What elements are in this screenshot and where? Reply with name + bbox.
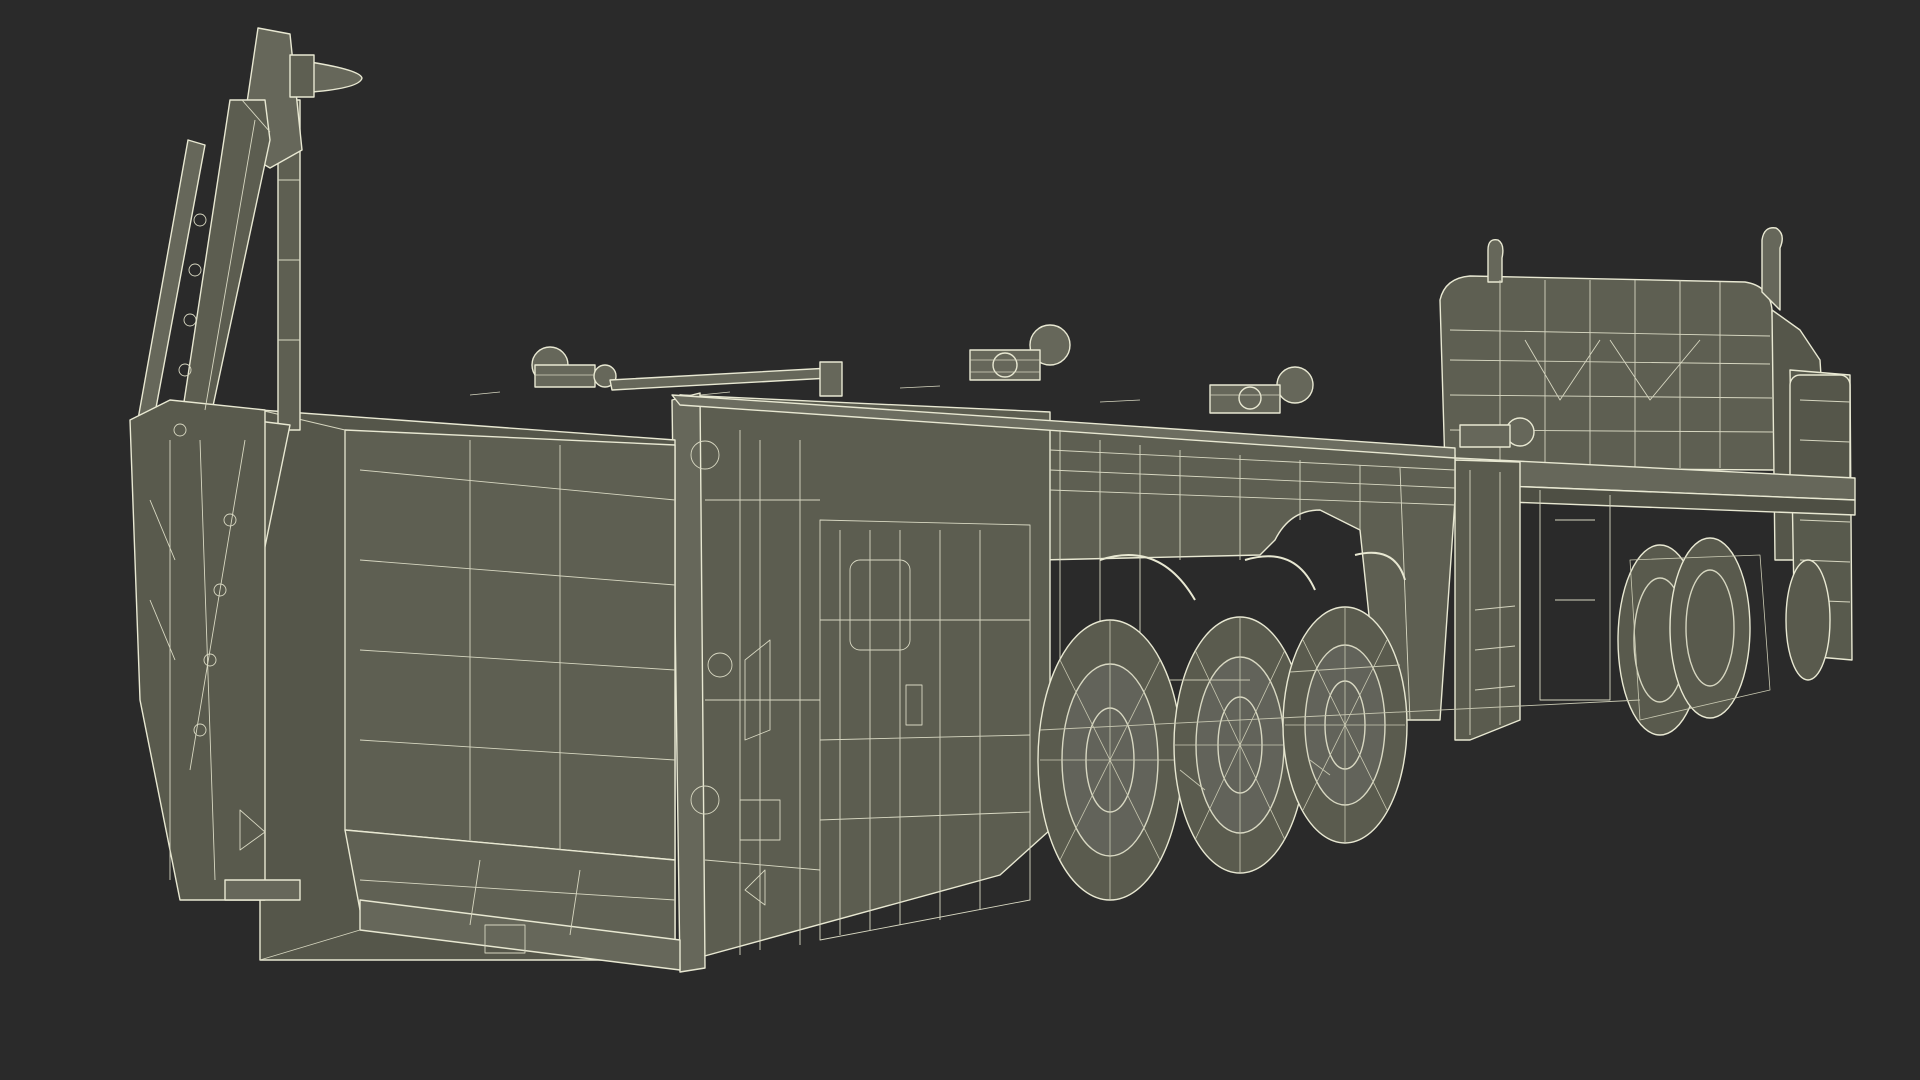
wheel-3	[1282, 606, 1408, 844]
exhaust-stack-left	[1487, 239, 1504, 283]
wheel-1	[1037, 619, 1183, 901]
tractor-front-wheel	[1785, 559, 1831, 681]
cabinet-face	[679, 394, 1051, 961]
wireframe-render-viewport	[0, 0, 1920, 1080]
tractor-wheel-2	[1669, 537, 1751, 719]
deck-front-support	[1454, 459, 1521, 741]
rear-post-plate	[224, 879, 301, 901]
boom-head-block	[289, 54, 315, 98]
open-box-inner-wall	[344, 429, 676, 861]
top-post	[819, 361, 843, 397]
tow-truck-wireframe-scene	[0, 0, 1920, 1080]
